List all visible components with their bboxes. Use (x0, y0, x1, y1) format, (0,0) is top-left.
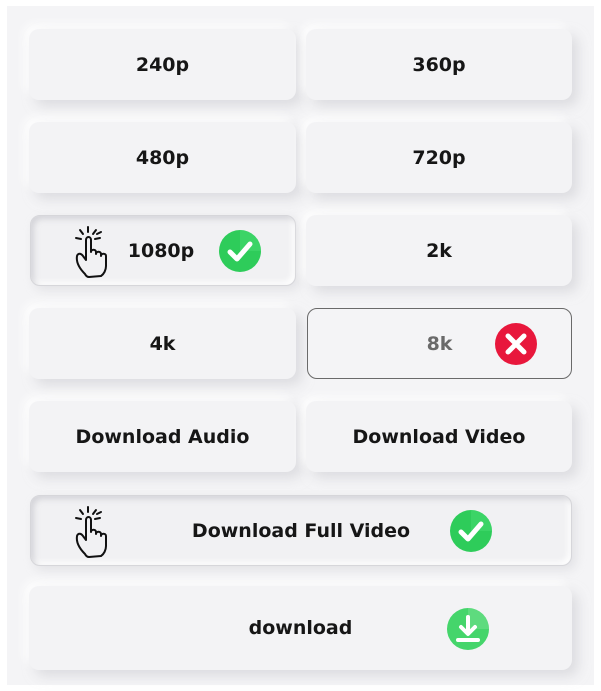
download-button[interactable]: download (29, 586, 572, 670)
download-audio-button[interactable]: Download Audio (29, 401, 296, 472)
quality-720p-button[interactable]: 720p (306, 122, 572, 193)
check-icon (219, 230, 261, 272)
quality-360p-button[interactable]: 360p (306, 29, 572, 100)
download-label: download (248, 617, 353, 639)
quality-2k-button[interactable]: 2k (306, 215, 572, 286)
x-icon (495, 323, 537, 365)
hand-pointer-icon (75, 506, 107, 558)
check-icon (450, 510, 492, 552)
quality-1080p-button[interactable]: 1080p (30, 215, 296, 286)
quality-240p-button[interactable]: 240p (29, 29, 296, 100)
hand-pointer-icon (75, 226, 107, 278)
quality-label: 720p (412, 146, 466, 169)
download-video-label: Download Video (352, 425, 526, 448)
download-audio-label: Download Audio (75, 425, 250, 448)
quality-label: 4k (149, 332, 176, 355)
quality-label: 240p (135, 53, 190, 76)
quality-label: 8k (426, 332, 453, 355)
quality-label: 1080p (127, 239, 195, 262)
quality-label: 480p (135, 146, 190, 169)
download-options-panel: 240p 360p 480p 720p 1080p 2k 4k 8k Downl… (7, 6, 594, 685)
download-icon (447, 608, 489, 650)
quality-480p-button[interactable]: 480p (29, 122, 296, 193)
download-full-video-label: Download Full Video (191, 519, 411, 542)
download-full-video-button[interactable]: Download Full Video (30, 495, 572, 566)
quality-label: 2k (426, 239, 452, 262)
quality-4k-button[interactable]: 4k (29, 308, 296, 379)
quality-8k-button[interactable]: 8k (307, 308, 572, 379)
quality-label: 360p (412, 53, 466, 76)
download-video-button[interactable]: Download Video (306, 401, 572, 472)
